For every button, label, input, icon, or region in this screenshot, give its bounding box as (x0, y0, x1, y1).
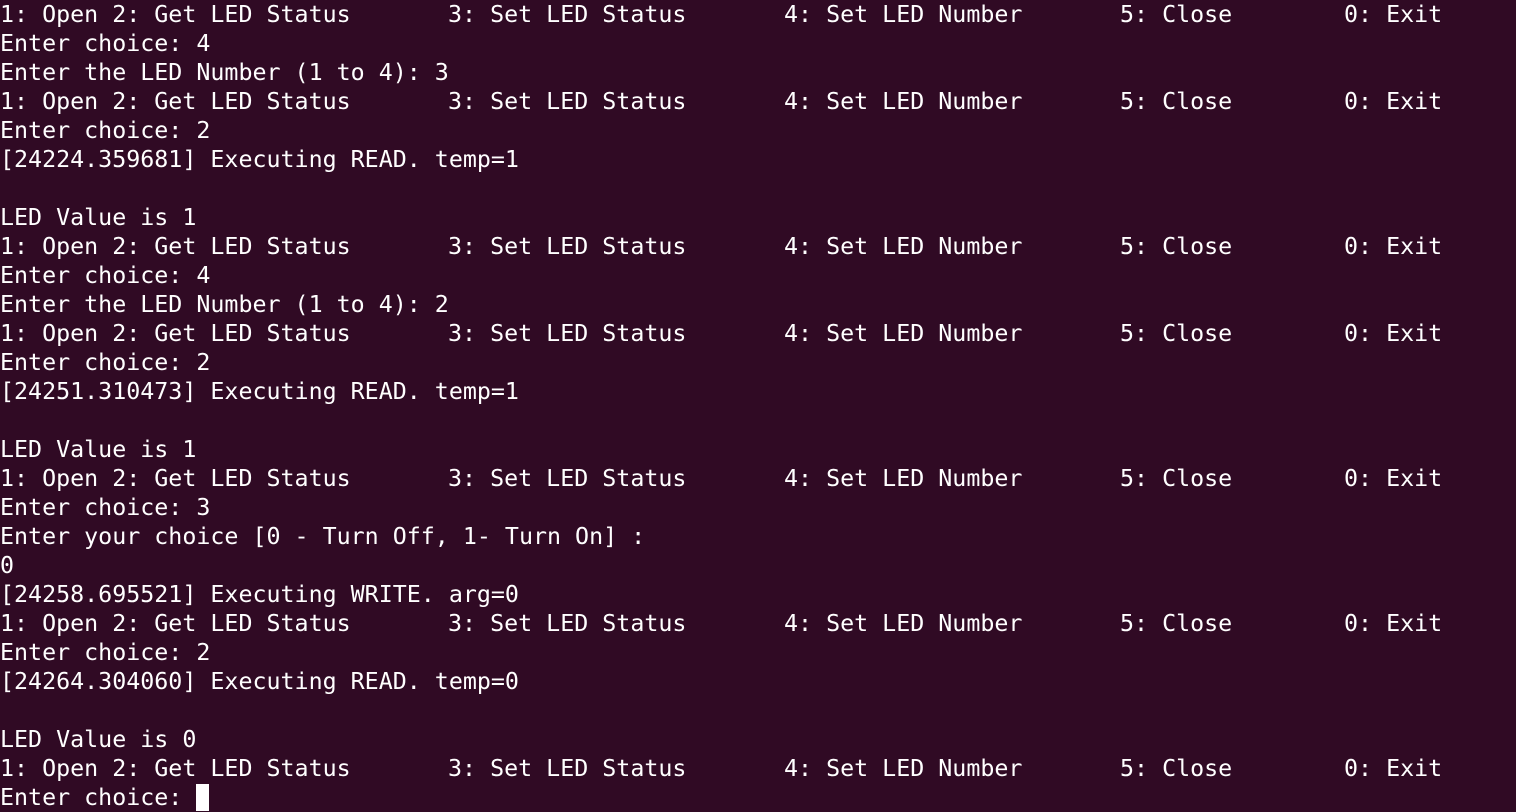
menu-option-5: 5: Close (1120, 610, 1233, 637)
menu-option-5: 5: Close (1120, 320, 1233, 347)
output-text: LED Value is 1 (0, 204, 197, 231)
output-text: [24224.359681] Executing READ. temp=1 (0, 146, 519, 173)
menu-option-3: 3: Set LED Status (448, 233, 687, 260)
menu-option-4: 4: Set LED Number (784, 233, 1023, 260)
output-line: LED Value is 0 (0, 725, 1516, 754)
prompt-text: Enter choice: (0, 783, 210, 812)
output-text: Enter the LED Number (1 to 4): 3 (0, 59, 449, 86)
output-text: Enter choice: 2 (0, 117, 211, 144)
output-line: Enter the LED Number (1 to 4): 3 (0, 58, 1516, 87)
output-line: Enter choice: 4 (0, 261, 1516, 290)
output-line: Enter choice: 4 (0, 29, 1516, 58)
menu-line: 1: Open 2: Get LED Status 3: Set LED Stat… (0, 464, 1516, 493)
menu-option-1: 1: Open 2: Get LED Status (0, 755, 351, 782)
output-text: [24258.695521] Executing WRITE. arg=0 (0, 581, 519, 608)
output-line: 0 (0, 551, 1516, 580)
menu-option-0: 0: Exit (1344, 755, 1443, 782)
menu-line: 1: Open 2: Get LED Status 3: Set LED Stat… (0, 319, 1516, 348)
output-text: Enter choice: 3 (0, 494, 211, 521)
menu-line: 1: Open 2: Get LED Status 3: Set LED Stat… (0, 609, 1516, 638)
menu-option-3: 3: Set LED Status (448, 610, 687, 637)
menu-option-1: 1: Open 2: Get LED Status (0, 1, 351, 28)
menu-option-4: 4: Set LED Number (784, 755, 1023, 782)
output-text: Enter choice: 4 (0, 262, 211, 289)
menu-option-1: 1: Open 2: Get LED Status (0, 320, 351, 347)
menu-option-5: 5: Close (1120, 88, 1233, 115)
output-line: [24251.310473] Executing READ. temp=1 (0, 377, 1516, 406)
menu-line: 1: Open 2: Get LED Status 3: Set LED Stat… (0, 232, 1516, 261)
output-text: Enter choice: 2 (0, 639, 211, 666)
menu-option-0: 0: Exit (1344, 320, 1443, 347)
menu-option-5: 5: Close (1120, 233, 1233, 260)
input-prompt-line: Enter choice: (0, 783, 1516, 812)
menu-option-1: 1: Open 2: Get LED Status (0, 465, 351, 492)
menu-option-4: 4: Set LED Number (784, 465, 1023, 492)
menu-line: 1: Open 2: Get LED Status 3: Set LED Stat… (0, 87, 1516, 116)
menu-option-4: 4: Set LED Number (784, 1, 1023, 28)
output-line: [24264.304060] Executing READ. temp=0 (0, 667, 1516, 696)
output-text: [24264.304060] Executing READ. temp=0 (0, 668, 519, 695)
menu-option-0: 0: Exit (1344, 465, 1443, 492)
output-line: Enter choice: 2 (0, 116, 1516, 145)
output-text: Enter choice: 2 (0, 349, 211, 376)
output-line: Enter the LED Number (1 to 4): 2 (0, 290, 1516, 319)
menu-line: 1: Open 2: Get LED Status 3: Set LED Stat… (0, 754, 1516, 783)
menu-option-3: 3: Set LED Status (448, 320, 687, 347)
menu-option-5: 5: Close (1120, 465, 1233, 492)
menu-option-0: 0: Exit (1344, 233, 1443, 260)
output-text: 0 (0, 552, 15, 579)
output-line: [24224.359681] Executing READ. temp=1 (0, 145, 1516, 174)
menu-option-3: 3: Set LED Status (448, 88, 687, 115)
menu-option-4: 4: Set LED Number (784, 610, 1023, 637)
menu-option-0: 0: Exit (1344, 1, 1443, 28)
menu-option-1: 1: Open 2: Get LED Status (0, 233, 351, 260)
menu-option-5: 5: Close (1120, 755, 1233, 782)
output-line: Enter choice: 3 (0, 493, 1516, 522)
menu-option-1: 1: Open 2: Get LED Status (0, 610, 351, 637)
menu-option-3: 3: Set LED Status (448, 465, 687, 492)
menu-option-5: 5: Close (1120, 1, 1233, 28)
output-line: [24258.695521] Executing WRITE. arg=0 (0, 580, 1516, 609)
menu-option-4: 4: Set LED Number (784, 320, 1023, 347)
menu-option-4: 4: Set LED Number (784, 88, 1023, 115)
output-text: LED Value is 1 (0, 436, 197, 463)
terminal-window[interactable]: 1: Open 2: Get LED Status 3: Set LED Stat… (0, 0, 1516, 812)
menu-option-0: 0: Exit (1344, 610, 1443, 637)
menu-option-3: 3: Set LED Status (448, 1, 687, 28)
output-line: Enter your choice [0 - Turn Off, 1- Turn… (0, 522, 1516, 551)
menu-option-1: 1: Open 2: Get LED Status (0, 88, 351, 115)
output-text: Enter choice: 4 (0, 30, 211, 57)
output-line: LED Value is 1 (0, 203, 1516, 232)
output-text: Enter your choice [0 - Turn Off, 1- Turn… (0, 523, 646, 550)
output-line: Enter choice: 2 (0, 638, 1516, 667)
menu-option-3: 3: Set LED Status (448, 755, 687, 782)
output-text: [24251.310473] Executing READ. temp=1 (0, 378, 519, 405)
output-text: LED Value is 0 (0, 726, 197, 753)
output-line: LED Value is 1 (0, 435, 1516, 464)
menu-option-0: 0: Exit (1344, 88, 1443, 115)
menu-line: 1: Open 2: Get LED Status 3: Set LED Stat… (0, 0, 1516, 29)
text-cursor[interactable] (196, 784, 210, 811)
output-text: Enter the LED Number (1 to 4): 2 (0, 291, 449, 318)
output-line: Enter choice: 2 (0, 348, 1516, 377)
